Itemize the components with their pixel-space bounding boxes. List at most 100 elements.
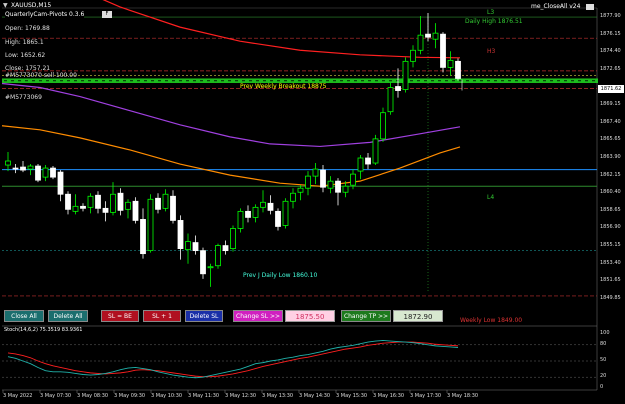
- sl-plus-button[interactable]: SL + 1: [143, 310, 181, 322]
- tp-value-input[interactable]: 1872.90: [393, 310, 443, 322]
- candle-body: [222, 245, 229, 252]
- candle-body: [207, 266, 214, 269]
- candle-body: [42, 167, 49, 178]
- close-all-indicator-title: me_CloseAll v24: [531, 3, 581, 10]
- candle-body: [215, 245, 221, 267]
- level-label-l3: L3: [487, 9, 495, 16]
- time-axis-label: 3 May 2022: [3, 393, 33, 399]
- level-label-l4: L4: [487, 194, 495, 201]
- oscillator-axis-label: 50: [600, 357, 607, 363]
- oscillator-axis-label: 100: [600, 330, 610, 336]
- candle-body: [372, 138, 379, 164]
- delete-all-button[interactable]: Delete All: [48, 310, 88, 322]
- candle-body: [72, 205, 79, 212]
- time-axis-label: 3 May 17:30: [410, 393, 442, 399]
- candle-body: [312, 168, 319, 177]
- candle-body: [447, 59, 454, 68]
- price-axis-label: 1877.90: [600, 13, 621, 20]
- candle-body: [147, 198, 154, 252]
- time-axis-label: 3 May 14:30: [299, 393, 331, 399]
- candle-body: [402, 60, 409, 90]
- candle-body: [297, 187, 304, 193]
- candle-body: [12, 167, 19, 170]
- candle-body: [200, 250, 206, 275]
- ohlc-open: Open: 1769.88: [5, 25, 50, 32]
- price-axis-label: 1869.15: [600, 101, 621, 108]
- candle-body: [260, 201, 266, 208]
- candle-body: [125, 201, 131, 210]
- candle-body: [335, 180, 341, 193]
- candle-body: [27, 165, 34, 170]
- prev-weekly-high-label: Prev Weekly Breakout 18875: [240, 83, 327, 90]
- candle-body: [95, 194, 101, 209]
- candle-body: [245, 210, 251, 218]
- oscillator-axis-label: 20: [600, 373, 607, 380]
- oscillator-axis-label: 80: [600, 340, 607, 347]
- candle-body: [140, 219, 146, 255]
- stoch-title: Stoch(14,6,2) 75.3519 83.9361: [4, 327, 83, 333]
- time-axis-label: 3 May 12:30: [225, 393, 257, 399]
- candle-body: [132, 200, 139, 221]
- candle-body: [170, 195, 176, 221]
- time-axis-label: 3 May 09:30: [114, 393, 146, 399]
- change-tp-button[interactable]: Change TP >>: [341, 310, 391, 322]
- candle-body: [410, 49, 416, 62]
- candle-body: [177, 220, 184, 250]
- candle-body: [50, 167, 56, 178]
- price-axis-label: 1853.40: [600, 259, 621, 266]
- price-axis-label: 1860.40: [600, 189, 621, 196]
- candle-body: [117, 192, 124, 211]
- candle-body: [267, 202, 274, 211]
- candle-body: [432, 32, 439, 40]
- time-axis-label: 3 May 13:30: [262, 393, 294, 399]
- price-axis-label: 1855.15: [600, 242, 621, 249]
- candle-body: [185, 241, 191, 251]
- indicator-marker: F: [102, 11, 112, 18]
- sl-be-button[interactable]: SL = BE: [101, 310, 139, 322]
- candle-body: [290, 192, 296, 202]
- time-axis-label: 3 May 11:30: [188, 393, 220, 399]
- price-chart[interactable]: [0, 0, 625, 404]
- price-axis-label: 1872.65: [600, 65, 621, 72]
- time-axis-label: 3 May 10:30: [151, 393, 183, 399]
- delete-sl-button[interactable]: Delete SL: [185, 310, 223, 322]
- price-axis-label: 1856.90: [600, 224, 621, 231]
- order-ticket-1[interactable]: #M5773070 sell 100.00: [5, 73, 77, 79]
- price-axis-label: 1867.40: [600, 118, 621, 125]
- sl-value-input[interactable]: 1875.50: [285, 310, 335, 322]
- time-axis-label: 3 May 18:30: [447, 393, 479, 399]
- candle-body: [365, 157, 371, 165]
- candle-body: [192, 242, 199, 252]
- settings-dropdown-icon[interactable]: ▼: [3, 3, 8, 9]
- price-axis-label: 1858.65: [600, 206, 621, 213]
- close-all-indicator-box: [586, 4, 594, 10]
- candle-body: [20, 166, 26, 171]
- candle-body: [350, 173, 356, 186]
- candle-body: [252, 206, 259, 218]
- time-axis-label: 3 May 15:30: [336, 393, 368, 399]
- change-sl-button[interactable]: Change SL >>: [233, 310, 283, 322]
- candle-body: [387, 87, 394, 113]
- ohlc-low: Low: 1652.62: [5, 52, 46, 59]
- level-label-h3: H3: [487, 48, 496, 55]
- ohlc-high: High: 1865.1: [5, 39, 44, 46]
- price-axis-label: 1874.40: [600, 48, 621, 55]
- close-all-button[interactable]: Close All: [4, 310, 44, 322]
- order-ticket-2[interactable]: #M5773069: [5, 95, 42, 101]
- candle-body: [357, 157, 364, 172]
- candle-body: [155, 197, 161, 210]
- candle-body: [282, 200, 289, 226]
- current-price-tag: 1871.62: [598, 85, 624, 93]
- weekly-low-label: Weekly Low 1849.00: [460, 317, 523, 324]
- candle-body: [230, 228, 236, 250]
- chart-window[interactable]: ▼ XAUUSD,M15 QuarterlyCam-Pivots 0.3.6 F…: [0, 0, 625, 404]
- candle-body: [342, 185, 349, 193]
- candle-body: [237, 210, 244, 229]
- price-axis-label: 1862.15: [600, 171, 621, 178]
- candle-body: [320, 169, 326, 188]
- candle-body: [440, 33, 446, 68]
- candle-body: [425, 33, 431, 38]
- candle-body: [162, 193, 169, 209]
- price-axis-label: 1849.85: [600, 295, 621, 302]
- candle-body: [327, 180, 334, 189]
